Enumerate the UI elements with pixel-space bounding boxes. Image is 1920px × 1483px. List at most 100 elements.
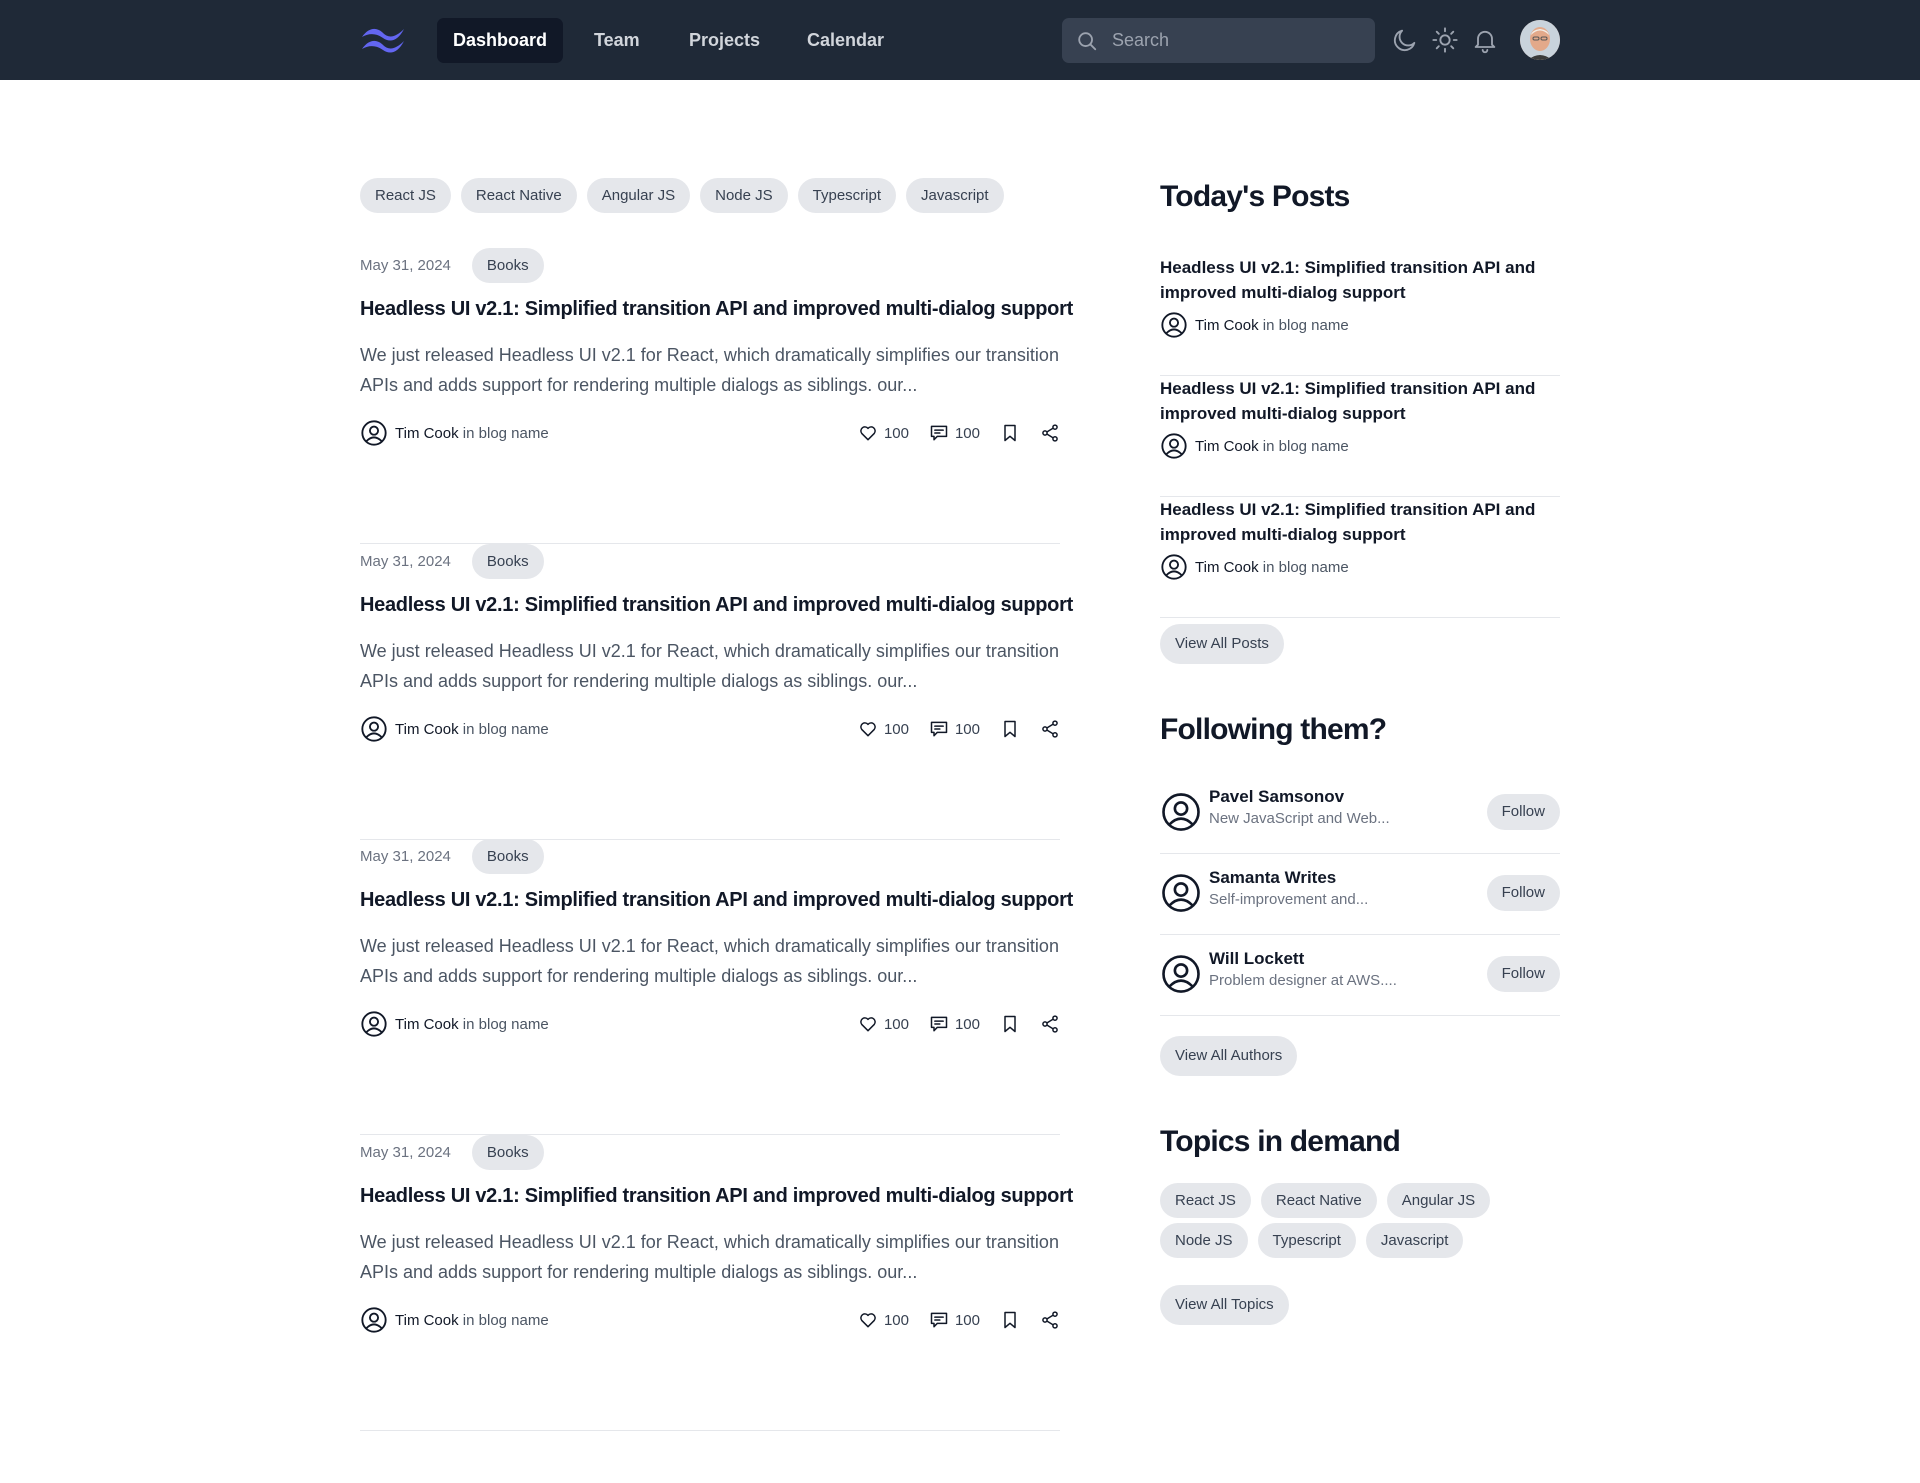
like-count: 100 xyxy=(883,720,909,738)
todays-post-author: Tim Cook in blog name xyxy=(1160,432,1349,460)
share-button[interactable] xyxy=(1040,719,1060,739)
like-button[interactable]: 100 xyxy=(858,1014,909,1034)
post-title[interactable]: Headless UI v2.1: Simplified transition … xyxy=(360,594,1073,617)
blog-name[interactable]: blog name xyxy=(479,721,549,738)
topic-chip[interactable]: Typescript xyxy=(1257,1223,1356,1258)
top-navbar: Dashboard Team Projects Calendar xyxy=(0,0,1920,80)
comment-button[interactable]: 100 xyxy=(929,1014,980,1034)
post-excerpt: We just released Headless UI v2.1 for Re… xyxy=(360,936,1059,986)
category-badge[interactable]: Books xyxy=(471,1135,544,1170)
blog-name[interactable]: blog name xyxy=(1279,438,1349,455)
topic-chip[interactable]: Node JS xyxy=(1160,1223,1248,1258)
in-label: in xyxy=(462,720,475,738)
nav-team[interactable]: Team xyxy=(578,18,656,63)
comment-button[interactable]: 100 xyxy=(929,719,980,739)
author-name[interactable]: Tim Cook xyxy=(395,1312,459,1329)
post-author: Tim Cook in blog name xyxy=(360,418,549,448)
blog-name[interactable]: blog name xyxy=(479,425,549,442)
follow-button[interactable]: Follow xyxy=(1486,956,1560,992)
blog-name[interactable]: blog name xyxy=(479,1016,549,1033)
author-name[interactable]: Pavel Samsonov xyxy=(1209,787,1344,807)
category-badge[interactable]: Books xyxy=(471,248,544,283)
in-label: in xyxy=(462,1311,475,1329)
tag-chip[interactable]: Javascript xyxy=(906,178,1004,213)
follow-button[interactable]: Follow xyxy=(1486,794,1560,830)
user-circle-icon xyxy=(361,1307,387,1333)
user-circle-icon xyxy=(1162,793,1200,831)
author-description: Problem designer at AWS.... xyxy=(1209,972,1397,989)
tag-chip[interactable]: React Native xyxy=(460,178,577,213)
topic-chip[interactable]: React JS xyxy=(1160,1183,1251,1218)
author-name[interactable]: Samanta Writes xyxy=(1209,868,1336,888)
comment-count: 100 xyxy=(954,720,980,738)
in-label: in xyxy=(1262,558,1275,576)
like-button[interactable]: 100 xyxy=(858,719,909,739)
in-label: in xyxy=(1262,316,1275,334)
post-date: May 31, 2024 xyxy=(360,257,451,274)
heart-icon xyxy=(860,722,876,737)
like-button[interactable]: 100 xyxy=(858,423,909,443)
comment-icon xyxy=(930,1016,948,1032)
share-button[interactable] xyxy=(1040,423,1060,443)
todays-post-title[interactable]: Headless UI v2.1: Simplified transition … xyxy=(1160,497,1560,547)
author-name[interactable]: Will Lockett xyxy=(1209,949,1304,969)
todays-post-author: Tim Cook in blog name xyxy=(1160,553,1349,581)
view-all-topics-button[interactable]: View All Topics xyxy=(1160,1285,1289,1325)
comment-button[interactable]: 100 xyxy=(929,1310,980,1330)
category-badge[interactable]: Books xyxy=(471,839,544,874)
post-date: May 31, 2024 xyxy=(360,848,451,865)
post-title[interactable]: Headless UI v2.1: Simplified transition … xyxy=(360,1185,1073,1208)
user-circle-icon xyxy=(361,420,387,446)
blog-name[interactable]: blog name xyxy=(1279,559,1349,576)
post-title[interactable]: Headless UI v2.1: Simplified transition … xyxy=(360,889,1073,912)
category-badge[interactable]: Books xyxy=(471,544,544,579)
tag-chip[interactable]: Node JS xyxy=(700,178,788,213)
nav-projects[interactable]: Projects xyxy=(673,18,776,63)
author-name[interactable]: Tim Cook xyxy=(1195,559,1259,576)
author-name[interactable]: Tim Cook xyxy=(395,425,459,442)
topic-chip[interactable]: React Native xyxy=(1260,1183,1377,1218)
topic-chip[interactable]: Javascript xyxy=(1365,1223,1464,1258)
search-input[interactable] xyxy=(1112,18,1362,63)
tag-chip[interactable]: Angular JS xyxy=(586,178,691,213)
todays-post-item: Headless UI v2.1: Simplified transition … xyxy=(1160,255,1560,376)
moon-icon[interactable] xyxy=(1391,26,1419,54)
author-name[interactable]: Tim Cook xyxy=(395,721,459,738)
tag-chip[interactable]: React JS xyxy=(360,178,451,213)
logo-icon[interactable] xyxy=(360,24,406,54)
sun-icon[interactable] xyxy=(1431,26,1459,54)
tag-chip[interactable]: Typescript xyxy=(797,178,897,213)
author-suggestion: Pavel Samsonov New JavaScript and Web...… xyxy=(1160,773,1560,854)
nav-dashboard[interactable]: Dashboard xyxy=(437,18,564,63)
bookmark-button[interactable] xyxy=(1000,1014,1020,1034)
like-count: 100 xyxy=(883,1311,909,1329)
todays-post-title[interactable]: Headless UI v2.1: Simplified transition … xyxy=(1160,255,1560,305)
share-button[interactable] xyxy=(1040,1310,1060,1330)
share-button[interactable] xyxy=(1040,1014,1060,1034)
post-title[interactable]: Headless UI v2.1: Simplified transition … xyxy=(360,298,1073,321)
follow-button[interactable]: Follow xyxy=(1486,875,1560,911)
post-author: Tim Cook in blog name xyxy=(360,1009,549,1039)
user-avatar[interactable] xyxy=(1520,20,1560,60)
post-card: May 31, 2024 Books Headless UI v2.1: Sim… xyxy=(360,839,1073,1135)
author-suggestion: Samanta Writes Self-improvement and... F… xyxy=(1160,854,1560,935)
view-all-authors-button[interactable]: View All Authors xyxy=(1160,1036,1298,1076)
blog-name[interactable]: blog name xyxy=(1279,317,1349,334)
comment-button[interactable]: 100 xyxy=(929,423,980,443)
blog-name[interactable]: blog name xyxy=(479,1312,549,1329)
author-name[interactable]: Tim Cook xyxy=(1195,317,1259,334)
heart-icon xyxy=(860,426,876,441)
bell-icon[interactable] xyxy=(1471,26,1499,54)
bookmark-icon xyxy=(1004,1311,1016,1329)
author-name[interactable]: Tim Cook xyxy=(1195,438,1259,455)
bookmark-button[interactable] xyxy=(1000,423,1020,443)
nav-calendar[interactable]: Calendar xyxy=(791,18,900,63)
todays-post-title[interactable]: Headless UI v2.1: Simplified transition … xyxy=(1160,376,1560,426)
bookmark-button[interactable] xyxy=(1000,719,1020,739)
like-button[interactable]: 100 xyxy=(858,1310,909,1330)
post-author: Tim Cook in blog name xyxy=(360,1305,549,1335)
topic-chip[interactable]: Angular JS xyxy=(1386,1183,1491,1218)
view-all-posts-button[interactable]: View All Posts xyxy=(1160,624,1284,664)
bookmark-button[interactable] xyxy=(1000,1310,1020,1330)
author-name[interactable]: Tim Cook xyxy=(395,1016,459,1033)
